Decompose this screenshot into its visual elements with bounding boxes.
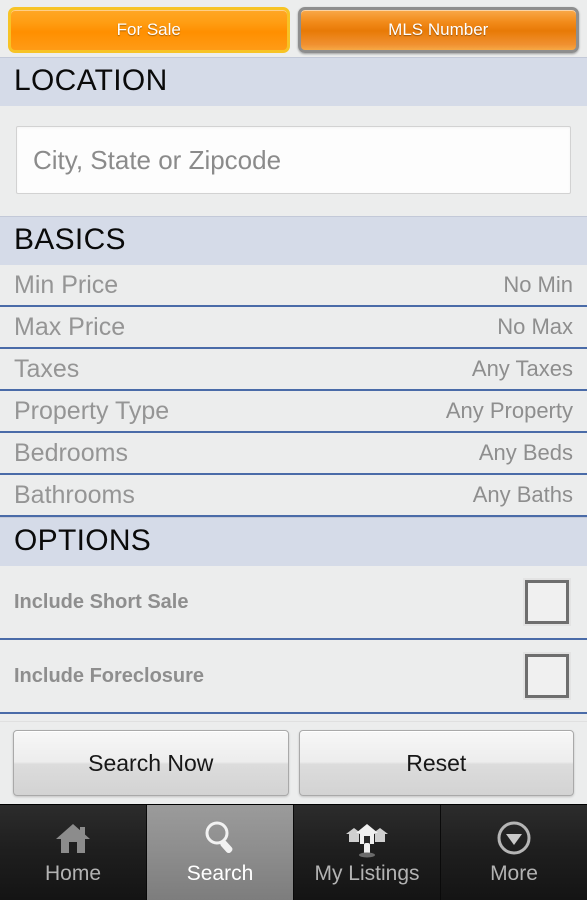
tab-label: My Listings — [314, 862, 420, 885]
options-section-header: OPTIONS — [0, 517, 587, 566]
houses-pin-icon — [343, 815, 391, 861]
tab-my-listings[interactable]: My Listings — [294, 805, 441, 900]
row-value: No Max — [497, 314, 573, 339]
basics-section-header: BASICS — [0, 216, 587, 265]
include-foreclosure-checkbox[interactable] — [525, 654, 569, 698]
for-sale-toggle[interactable]: For Sale — [8, 6, 290, 53]
search-icon — [199, 815, 241, 861]
row-label: Bathrooms — [14, 480, 135, 509]
row-min-price[interactable]: Min Price No Min — [0, 265, 587, 307]
chevron-down-circle-icon — [493, 815, 535, 861]
row-bathrooms[interactable]: Bathrooms Any Baths — [0, 475, 587, 517]
row-max-price[interactable]: Max Price No Max — [0, 307, 587, 349]
search-now-label: Search Now — [88, 749, 214, 776]
row-taxes[interactable]: Taxes Any Taxes — [0, 349, 587, 391]
location-section-header: LOCATION — [0, 57, 587, 106]
row-value: No Min — [503, 272, 573, 297]
mls-number-toggle-label: MLS Number — [388, 19, 489, 39]
row-value: Any Baths — [472, 482, 573, 507]
location-input[interactable] — [16, 126, 571, 194]
option-label: Include Foreclosure — [14, 664, 205, 687]
search-now-button[interactable]: Search Now — [13, 730, 289, 796]
basics-rows: Min Price No Min Max Price No Max Taxes … — [0, 265, 587, 517]
for-sale-toggle-label: For Sale — [116, 19, 181, 39]
row-value: Any Beds — [478, 440, 573, 465]
bottom-tab-bar: Home Search My Listings More — [0, 804, 587, 900]
action-button-bar: Search Now Reset — [0, 721, 587, 804]
tab-label: More — [490, 862, 538, 885]
row-label: Bedrooms — [14, 438, 128, 467]
mls-number-toggle[interactable]: MLS Number — [297, 6, 579, 53]
include-short-sale-checkbox[interactable] — [525, 580, 569, 624]
tab-home[interactable]: Home — [0, 805, 147, 900]
tab-more[interactable]: More — [441, 805, 587, 900]
reset-label: Reset — [406, 749, 467, 776]
option-label: Include Short Sale — [14, 590, 189, 613]
home-icon — [52, 815, 94, 861]
row-label: Min Price — [14, 270, 119, 299]
reset-button[interactable]: Reset — [298, 730, 574, 796]
row-label: Property Type — [14, 396, 170, 425]
option-include-short-sale[interactable]: Include Short Sale — [0, 566, 587, 640]
row-value: Any Taxes — [471, 356, 573, 381]
tab-label: Home — [44, 862, 102, 885]
row-value: Any Property — [445, 398, 573, 423]
row-label: Max Price — [14, 312, 126, 341]
search-filters-screen: For Sale MLS Number LOCATION BASICS Min … — [0, 0, 587, 900]
row-bedrooms[interactable]: Bedrooms Any Beds — [0, 433, 587, 475]
listing-mode-toggle-bar: For Sale MLS Number — [0, 0, 587, 57]
location-section-body — [0, 106, 587, 216]
tab-label: Search — [186, 862, 254, 885]
row-property-type[interactable]: Property Type Any Property — [0, 391, 587, 433]
tab-search[interactable]: Search — [147, 805, 294, 900]
row-label: Taxes — [14, 354, 80, 383]
option-include-foreclosure[interactable]: Include Foreclosure — [0, 640, 587, 714]
options-rows: Include Short Sale Include Foreclosure — [0, 566, 587, 714]
